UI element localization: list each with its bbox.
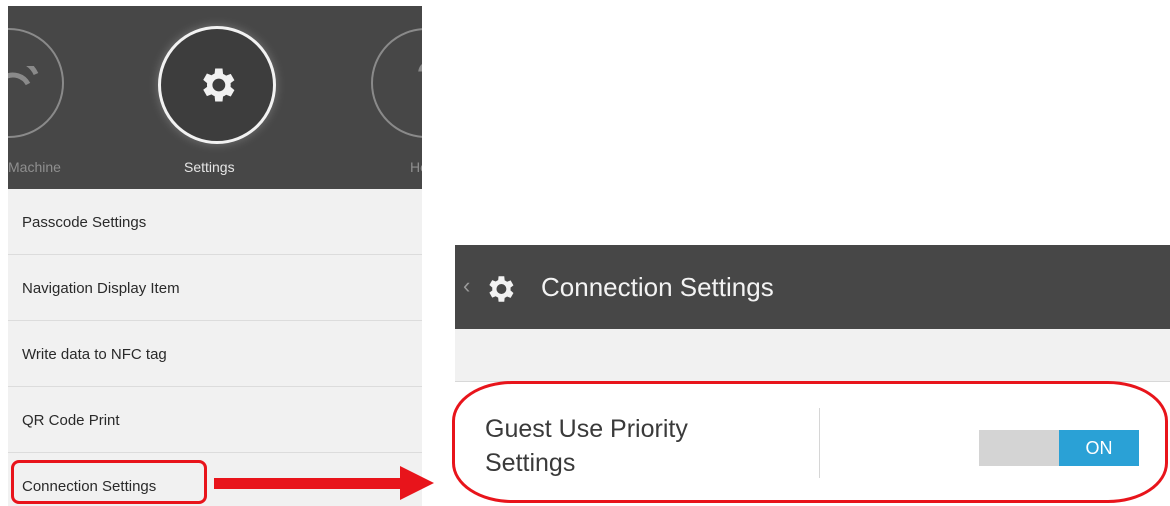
guest-use-priority-highlight <box>452 381 1168 503</box>
screen-header: ‹ Connection Settings <box>455 245 1170 329</box>
settings-label: Settings <box>184 159 235 175</box>
menu-item-label: Passcode Settings <box>22 214 147 231</box>
help-icon: ? <box>416 56 422 104</box>
gear-icon <box>489 276 514 302</box>
menu-item-write-nfc[interactable]: Write data to NFC tag <box>8 321 422 387</box>
help-label: Help <box>410 159 422 175</box>
gear-icon <box>203 68 235 102</box>
menu-item-passcode-settings[interactable]: Passcode Settings <box>8 189 422 255</box>
main-menu-panel: ? Machine Settings Help Passcode Setting… <box>8 6 422 506</box>
page-title: Connection Settings <box>541 272 774 302</box>
menu-item-qr-code-print[interactable]: QR Code Print <box>8 387 422 453</box>
settings-menu-list: Passcode Settings Navigation Display Ite… <box>8 189 422 506</box>
machine-label: Machine <box>8 159 61 175</box>
function-carousel: ? Machine Settings Help <box>8 6 422 189</box>
arrow-shaft <box>214 478 400 489</box>
chevron-left-icon[interactable]: ‹ <box>463 273 470 299</box>
menu-item-navigation-display-item[interactable]: Navigation Display Item <box>8 255 422 321</box>
help-button[interactable] <box>371 28 422 138</box>
menu-item-label: Write data to NFC tag <box>22 346 167 363</box>
connection-settings-highlight <box>11 460 207 504</box>
menu-item-label: Navigation Display Item <box>22 280 180 297</box>
settings-button[interactable] <box>158 26 276 144</box>
arrow-right-icon <box>400 466 434 500</box>
menu-item-label: QR Code Print <box>22 412 120 429</box>
wifi-icon <box>8 66 39 86</box>
